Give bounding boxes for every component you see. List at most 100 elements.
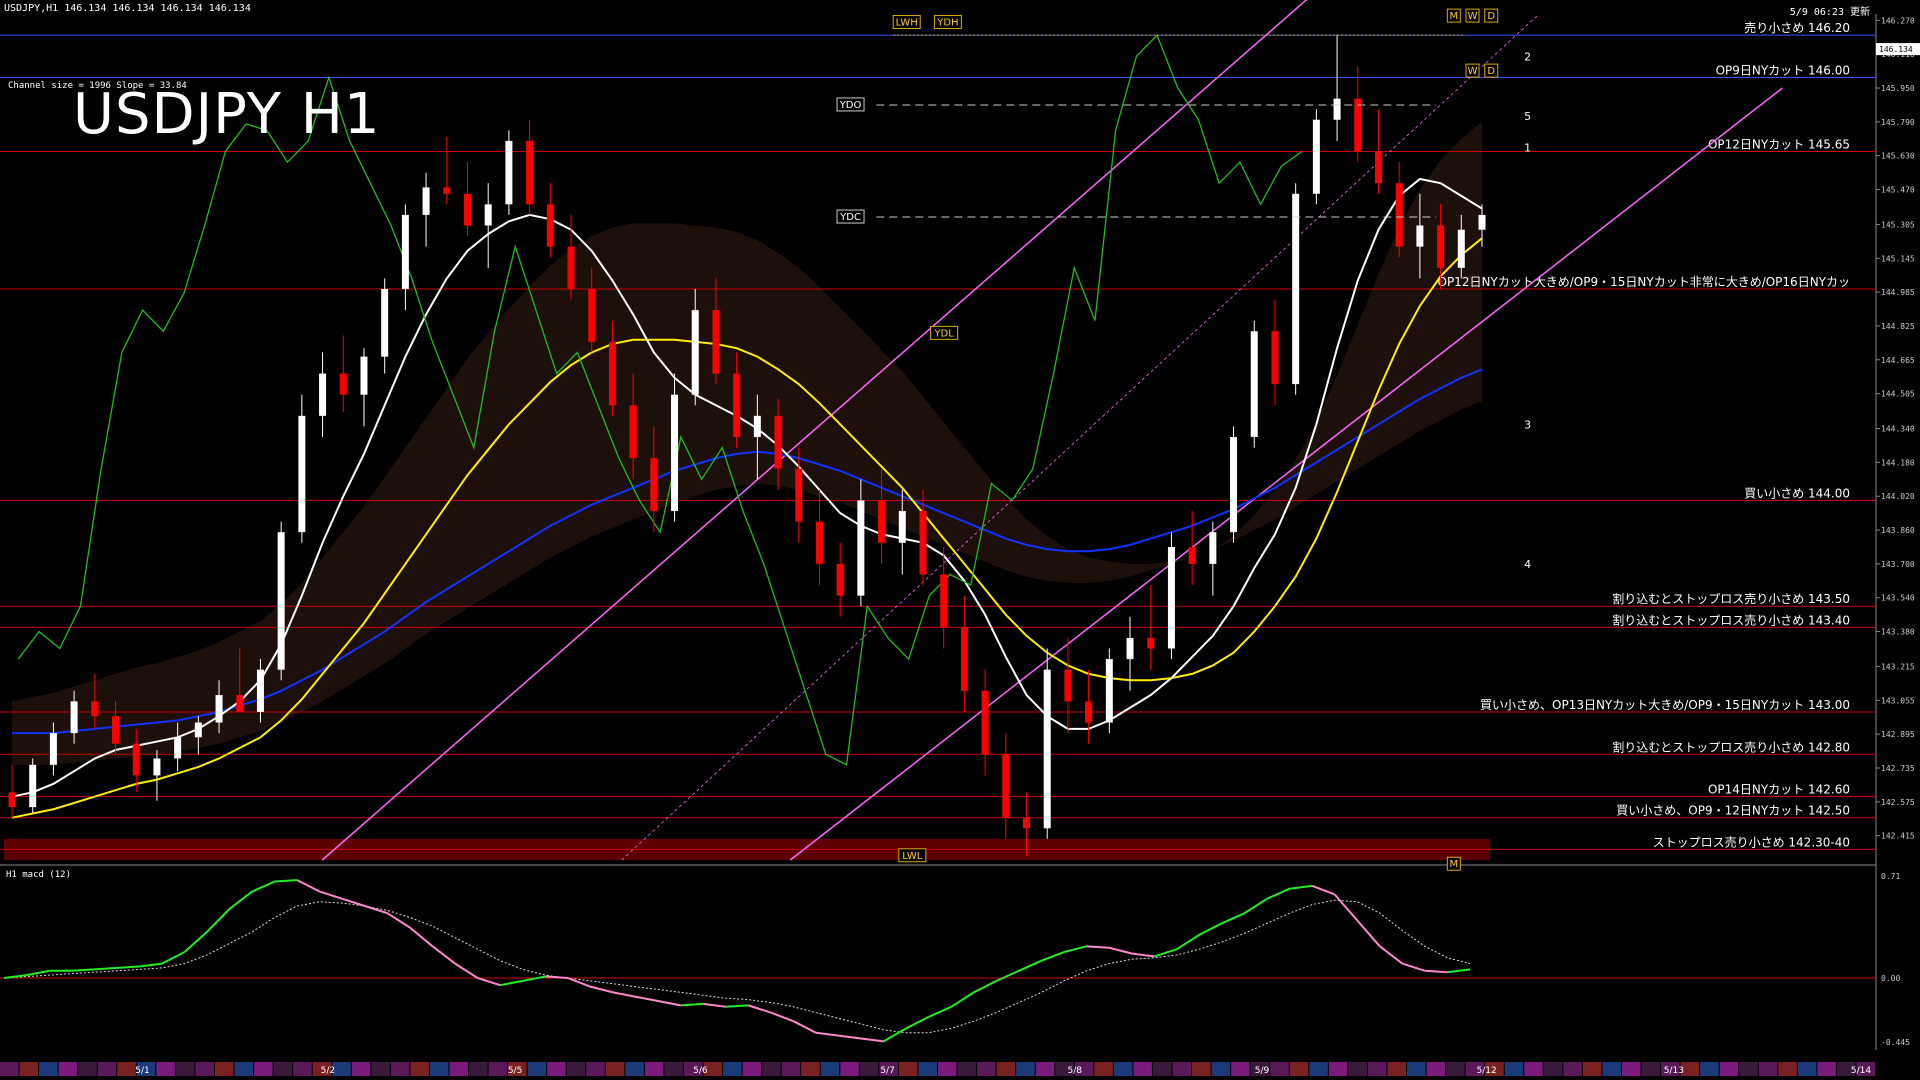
time-strip-cell-81 [1582, 1062, 1602, 1076]
time-strip-cell-74 [1446, 1062, 1465, 1076]
price-tick-2: 145.950 [1881, 84, 1915, 93]
macd-axis-2: -0.445 [1881, 1038, 1910, 1047]
time-strip-cell-83 [1621, 1062, 1641, 1076]
candle-body-23 [484, 204, 492, 226]
candle-body-67 [1395, 183, 1403, 247]
candle-body-68 [1416, 225, 1424, 247]
wave-label-3: 3 [1524, 419, 1531, 432]
candle-body-7 [153, 758, 161, 776]
level-label-7: 買い小さめ、OP13日NYカット大きめ/OP9・15日NYカット 143.00 [1480, 698, 1850, 712]
time-strip-cell-22 [429, 1062, 449, 1076]
price-tick-8: 144.985 [1881, 288, 1915, 297]
candle-body-26 [546, 204, 554, 247]
time-strip-cell-89 [1739, 1062, 1758, 1076]
level-label-3: OP12日NYカット大きめ/OP9・15日NYカット非常に大きめ/OP16日NY… [1438, 275, 1851, 289]
price-tick-23: 142.575 [1881, 798, 1915, 807]
candle-body-13 [277, 532, 285, 670]
price-tick-17: 143.540 [1881, 594, 1915, 603]
wave-label-1: 5 [1524, 110, 1531, 123]
price-tick-22: 142.735 [1881, 764, 1915, 773]
level-label-6: 割り込むとストップロス売り小さめ 143.40 [1612, 612, 1850, 627]
time-strip-cell-88 [1719, 1062, 1739, 1076]
price-tick-15: 143.860 [1881, 526, 1915, 535]
chart-label-0: LWH [896, 17, 918, 28]
chart-label-8: D [1487, 11, 1495, 22]
candle-body-69 [1437, 225, 1445, 268]
chart-svg: 売り小さめ 146.20 OP9日NYカット 146.00 OP12日NYカット 1… [0, 0, 1920, 1080]
level-label-11: ストップロス売り小さめ 142.30-40 [1653, 834, 1850, 849]
time-strip-cell-30 [586, 1062, 605, 1076]
time-strip-cell-91 [1778, 1062, 1797, 1076]
candle-body-65 [1354, 98, 1362, 152]
level-label-2: OP12日NYカット 145.65 [1708, 137, 1850, 151]
candle-body-18 [381, 288, 389, 357]
candle-body-45 [940, 574, 948, 628]
time-strip-cell-14 [273, 1062, 293, 1076]
date-tick-8: 5/13 [1664, 1066, 1684, 1076]
date-tick-7: 5/12 [1477, 1066, 1497, 1076]
candle-body-58 [1209, 532, 1217, 564]
time-strip-cell-6 [117, 1062, 136, 1076]
current-price-label: 146.134 [1879, 45, 1913, 54]
candle-body-47 [981, 690, 989, 755]
candle-body-16 [339, 373, 347, 395]
level-label-9: OP14日NYカット 142.60 [1708, 783, 1850, 797]
time-strip-cell-49 [957, 1062, 977, 1076]
candle-body-12 [256, 669, 264, 712]
time-strip-cell-93 [1817, 1062, 1836, 1076]
candle-body-35 [733, 373, 741, 437]
price-tick-5: 145.470 [1881, 186, 1915, 195]
time-strip-cell-29 [566, 1062, 586, 1076]
candle-body-37 [774, 415, 782, 469]
price-tick-4: 145.630 [1881, 152, 1915, 161]
price-tick-13: 144.180 [1881, 458, 1915, 467]
time-strip-cell-5 [97, 1062, 117, 1076]
date-tick-2: 5/5 [508, 1066, 522, 1076]
level-label-8: 割り込むとストップロス売り小さめ 142.80 [1612, 739, 1850, 754]
level-label-4: 買い小さめ 144.00 [1744, 486, 1850, 500]
chart-label-9: W [1468, 66, 1478, 77]
time-strip-cell-27 [527, 1062, 547, 1076]
time-strip-cell-0 [0, 1062, 19, 1076]
time-strip-cell-19 [371, 1062, 390, 1076]
time-strip-cell-4 [78, 1062, 97, 1076]
candle-body-57 [1188, 546, 1196, 564]
time-strip-cell-48 [938, 1062, 957, 1076]
candle-body-55 [1147, 637, 1155, 649]
time-strip-cell-66 [1289, 1062, 1309, 1076]
candle-body-59 [1230, 437, 1238, 533]
price-tick-11: 144.505 [1881, 390, 1915, 399]
candle-body-71 [1478, 214, 1486, 230]
date-tick-9: 5/14 [1851, 1066, 1871, 1076]
chart-label-11: M [1449, 859, 1458, 870]
chart-label-1: YDH [936, 17, 958, 28]
candle-body-61 [1271, 331, 1279, 385]
candle-body-20 [422, 187, 430, 215]
candle-body-48 [1002, 754, 1010, 818]
price-tick-7: 145.145 [1881, 254, 1915, 263]
price-tick-3: 145.790 [1881, 118, 1915, 127]
time-strip-cell-44 [859, 1062, 879, 1076]
time-strip-cell-18 [351, 1062, 371, 1076]
candle-body-9 [194, 722, 202, 738]
date-tick-1: 5/2 [321, 1066, 335, 1076]
time-strip-cell-33 [644, 1062, 664, 1076]
time-strip-cell-90 [1758, 1062, 1778, 1076]
wave-label-0: 2 [1524, 51, 1531, 64]
candle-body-27 [567, 246, 575, 289]
time-strip-cell-79 [1543, 1062, 1563, 1076]
candle-body-51 [1064, 669, 1072, 702]
candle-body-5 [112, 716, 120, 744]
date-tick-3: 5/6 [693, 1066, 708, 1076]
time-strip-cell-34 [664, 1062, 683, 1076]
time-strip-cell-56 [1094, 1062, 1113, 1076]
candle-body-70 [1457, 229, 1465, 268]
time-strip-cell-84 [1641, 1062, 1661, 1076]
time-strip-cell-42 [820, 1062, 840, 1076]
candle-body-38 [795, 468, 803, 522]
time-strip-cell-67 [1309, 1062, 1328, 1076]
time-strip-cell-63 [1231, 1062, 1250, 1076]
time-strip-cell-46 [898, 1062, 918, 1076]
level-label-0: 売り小さめ 146.20 [1744, 20, 1850, 35]
time-strip-cell-13 [254, 1062, 273, 1076]
